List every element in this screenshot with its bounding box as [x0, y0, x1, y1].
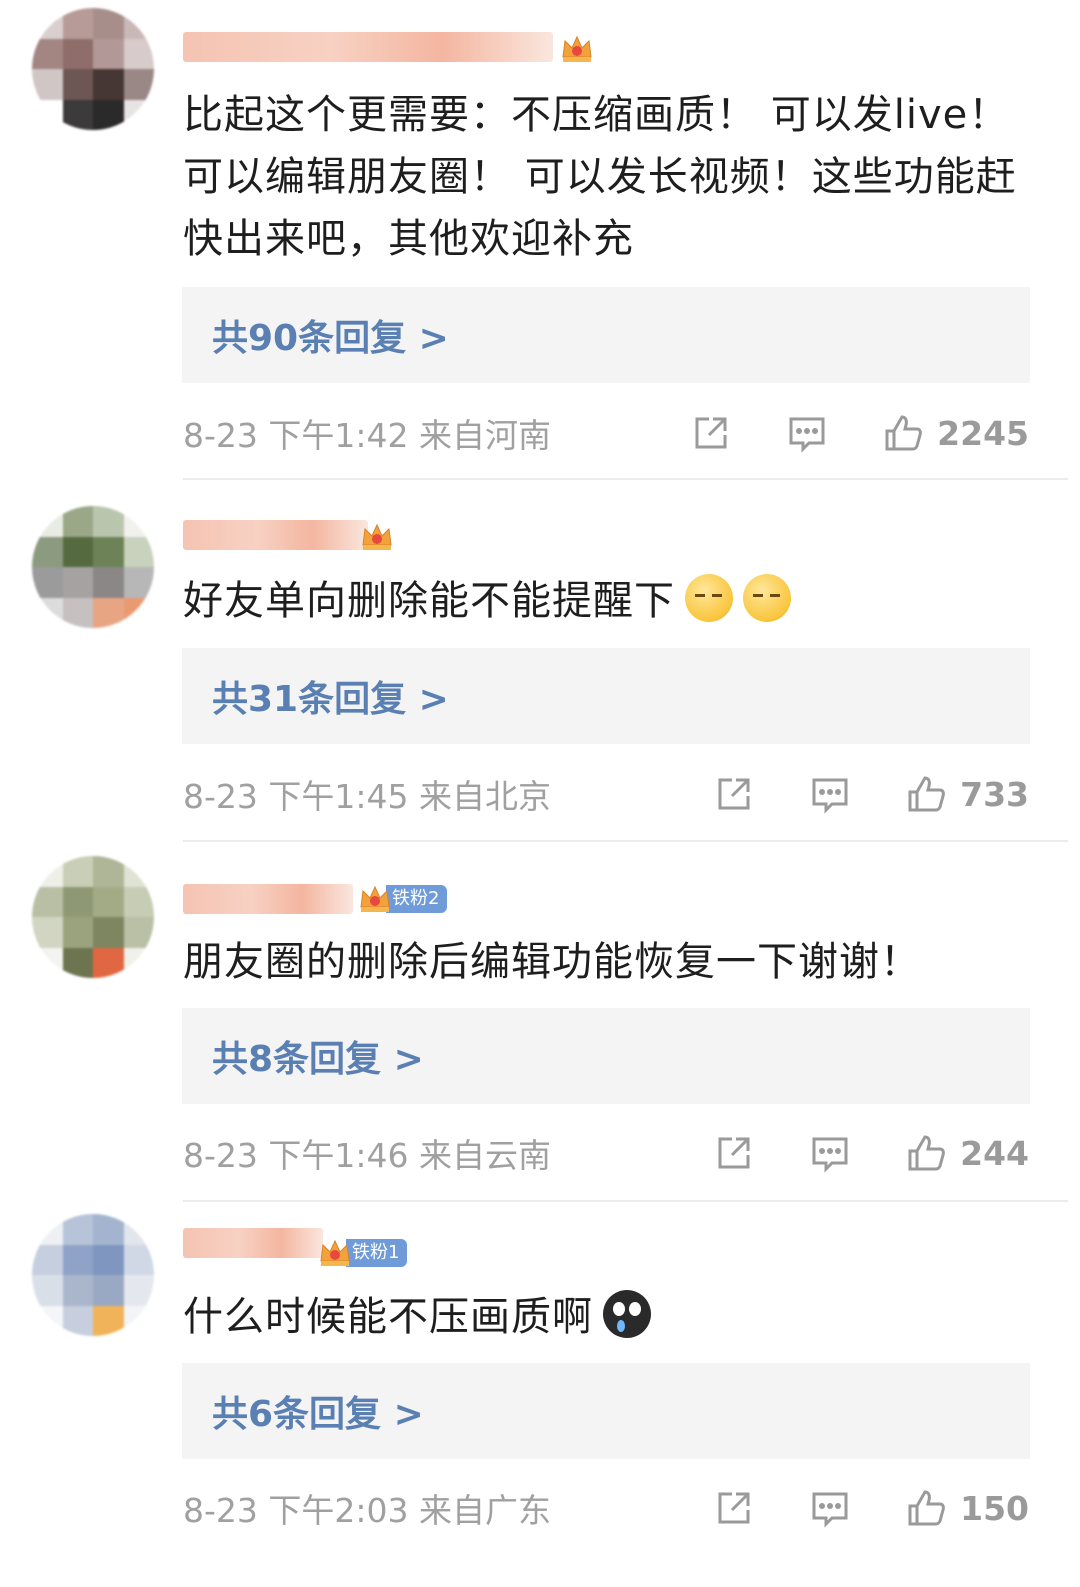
- comment-time-location: 8-23 下午1:42 来自河南: [183, 416, 551, 455]
- avatar[interactable]: [32, 506, 154, 628]
- comment-text: 好友单向删除能不能提醒下: [183, 570, 1043, 632]
- crown-badge-icon: [360, 521, 394, 553]
- avatar[interactable]: [32, 856, 154, 978]
- like-count: 2245: [937, 413, 1029, 453]
- fan-badge: [560, 32, 594, 66]
- comment-icon[interactable]: [810, 774, 850, 814]
- divider: [183, 1200, 1068, 1202]
- crown-badge-icon: [358, 883, 392, 915]
- fan-badge: [360, 520, 394, 554]
- fan-level-tag: 铁粉2: [386, 885, 448, 913]
- thumb-up-icon[interactable]: [883, 413, 923, 453]
- username-blurred[interactable]: [183, 32, 553, 62]
- comment-text: 朋友圈的删除后编辑功能恢复一下谢谢！: [183, 939, 921, 985]
- view-replies-link[interactable]: 共8条回复 >: [182, 1008, 1030, 1104]
- comment-text-content: 什么时候能不压画质啊: [183, 1294, 593, 1340]
- comment-text-content: 好友单向删除能不能提醒下: [183, 578, 675, 624]
- crying-emoji-icon: [603, 1290, 651, 1338]
- thumb-up-icon[interactable]: [906, 774, 946, 814]
- share-icon[interactable]: [714, 1488, 754, 1528]
- avatar[interactable]: [32, 8, 154, 130]
- share-icon[interactable]: [714, 1133, 754, 1173]
- username-blurred[interactable]: [183, 520, 368, 550]
- avatar[interactable]: [32, 1214, 154, 1336]
- smirk-emoji-icon: [685, 574, 733, 622]
- crown-badge-icon: [560, 33, 594, 65]
- view-replies-link[interactable]: 共6条回复 >: [182, 1363, 1030, 1459]
- view-replies-link[interactable]: 共31条回复 >: [182, 648, 1030, 744]
- comment-icon[interactable]: [787, 413, 827, 453]
- divider: [183, 478, 1068, 480]
- like-count: 733: [960, 774, 1029, 814]
- crown-badge-icon: [318, 1237, 352, 1269]
- username-blurred[interactable]: [183, 1228, 323, 1258]
- fan-level-tag: 铁粉1: [346, 1239, 408, 1267]
- share-icon[interactable]: [714, 774, 754, 814]
- view-replies-link[interactable]: 共90条回复 >: [182, 287, 1030, 383]
- comment-time-location: 8-23 下午2:03 来自广东: [183, 1491, 551, 1530]
- comment-icon[interactable]: [810, 1488, 850, 1528]
- smirk-emoji-icon: [743, 574, 791, 622]
- divider: [183, 840, 1068, 842]
- comment-time-location: 8-23 下午1:46 来自云南: [183, 1136, 551, 1175]
- like-count: 244: [960, 1133, 1029, 1173]
- share-icon[interactable]: [691, 413, 731, 453]
- comment-icon[interactable]: [810, 1133, 850, 1173]
- comment-text: 什么时候能不压画质啊: [183, 1286, 1043, 1348]
- thumb-up-icon[interactable]: [906, 1488, 946, 1528]
- fan-badge: 铁粉2: [358, 882, 448, 916]
- username-blurred[interactable]: [183, 884, 353, 914]
- comment-meta: 8-23 下午1:42 来自河南 2245: [183, 408, 1029, 458]
- comment-text: 比起这个更需要：不压缩画质！ 可以发live！ 可以编辑朋友圈！ 可以发长视频！…: [183, 92, 1017, 262]
- thumb-up-icon[interactable]: [906, 1133, 946, 1173]
- comment-meta: 8-23 下午1:45 来自北京 733: [183, 769, 1029, 819]
- like-count: 150: [960, 1488, 1029, 1528]
- comment-time-location: 8-23 下午1:45 来自北京: [183, 777, 551, 816]
- comment-meta: 8-23 下午1:46 来自云南 244: [183, 1128, 1029, 1178]
- comment-meta: 8-23 下午2:03 来自广东 150: [183, 1483, 1029, 1533]
- fan-badge: 铁粉1: [318, 1236, 408, 1270]
